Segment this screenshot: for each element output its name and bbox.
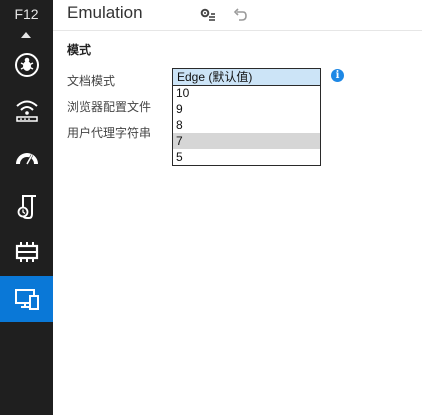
panel-header: Emulation (53, 0, 422, 31)
emulation-icon (15, 241, 38, 262)
user-agent-label: 用户代理字符串 (67, 126, 152, 140)
rail-item-debugger[interactable] (0, 43, 53, 86)
tool-rail: F12 (0, 0, 53, 415)
rail-item-network[interactable] (0, 89, 53, 132)
browser-profile-label: 浏览器配置文件 (67, 100, 152, 114)
gear-list-icon (200, 8, 215, 21)
page-title: Emulation (67, 3, 143, 22)
dropdown-option[interactable]: 8 (173, 117, 320, 133)
dropdown-option[interactable]: 7 (173, 133, 320, 149)
memory-icon (17, 194, 36, 219)
dropdown-option[interactable]: 9 (173, 101, 320, 117)
rail-item-emulation[interactable] (0, 230, 53, 273)
network-icon (15, 100, 38, 122)
performance-icon (15, 152, 38, 165)
dropdown-option[interactable]: Edge (默认值) (172, 68, 321, 86)
debugger-icon (14, 52, 39, 77)
document-mode-dropdown-list[interactable]: Edge (默认值) 10 9 8 7 5 (172, 68, 321, 166)
dropdown-option[interactable]: 5 (173, 149, 320, 165)
dropdown-option[interactable]: 10 (173, 85, 320, 101)
document-mode-label: 文档模式 (67, 74, 116, 88)
display-icon (14, 289, 39, 310)
scroll-up-icon[interactable] (21, 32, 31, 38)
rail-title: F12 (14, 6, 39, 22)
settings-button[interactable] (200, 7, 216, 26)
rail-item-memory[interactable] (0, 184, 53, 227)
rail-item-display[interactable] (0, 276, 53, 322)
undo-icon (233, 8, 247, 21)
rail-item-performance[interactable] (0, 135, 53, 178)
undo-button[interactable] (233, 7, 247, 26)
section-title-mode: 模式 (67, 43, 92, 57)
info-icon[interactable]: i (331, 69, 344, 82)
